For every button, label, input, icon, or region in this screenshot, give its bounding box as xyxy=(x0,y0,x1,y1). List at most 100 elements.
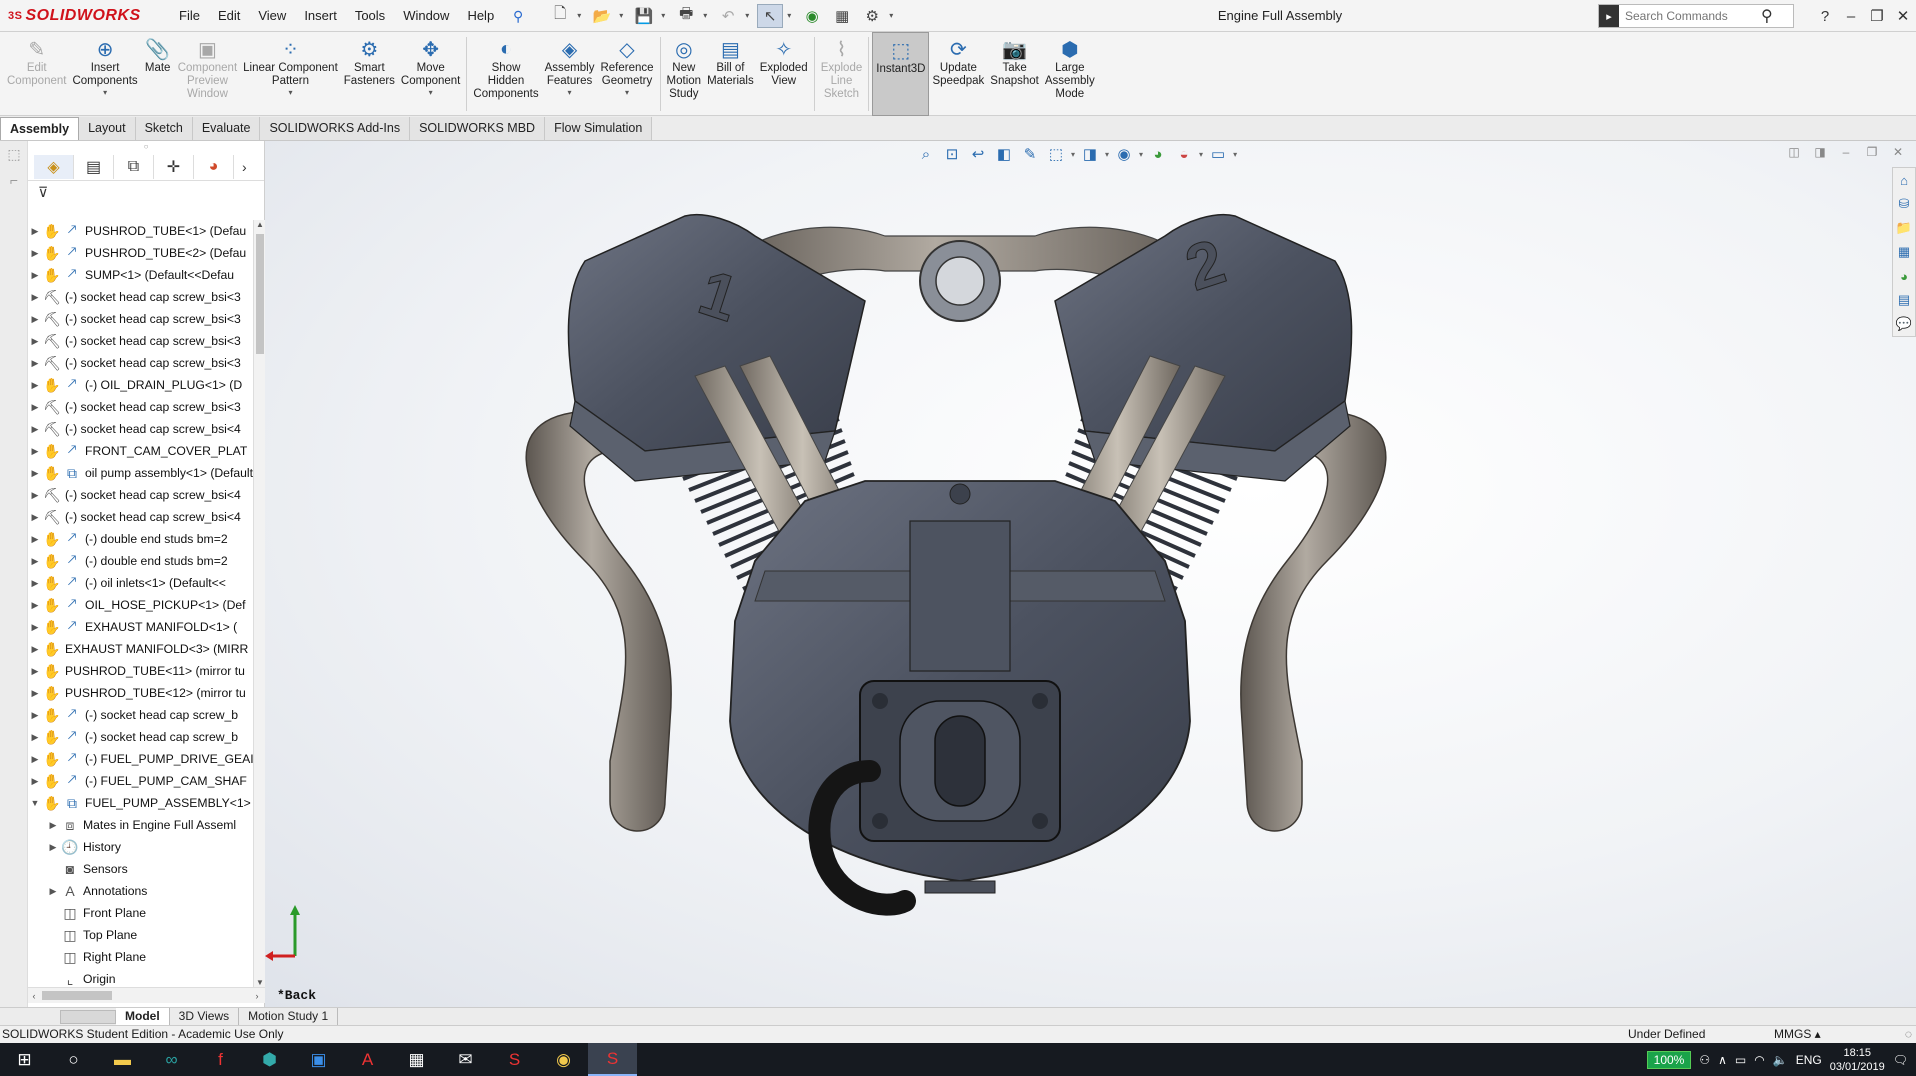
battery-icon[interactable]: ▭ xyxy=(1735,1053,1746,1067)
tree-item[interactable]: ▶ ✋ 🡕 (-) double end studs bm=2 xyxy=(28,550,253,572)
tree-item[interactable]: ▶ ⛏ (-) socket head cap screw_bsi<3 xyxy=(28,396,253,418)
pattern-button[interactable]: ⁘ Linear Component Pattern ▾ xyxy=(240,32,341,116)
instant3d-button[interactable]: ⬚ Instant3D xyxy=(872,32,930,116)
display-manager-tab-icon[interactable]: ◕ xyxy=(194,154,234,179)
people-icon[interactable]: ⚇ xyxy=(1699,1053,1710,1067)
menu-file[interactable]: File xyxy=(170,0,209,32)
panel-drag-handle[interactable]: ○ xyxy=(28,141,264,153)
calculator-icon[interactable]: ▦ xyxy=(392,1043,441,1076)
tab-layout[interactable]: Layout xyxy=(79,117,136,140)
chevron-right-icon[interactable]: ▶ xyxy=(46,842,60,853)
dropdown-arrow-icon[interactable]: ▾ xyxy=(103,88,107,98)
new-document-icon[interactable]: 🗋 xyxy=(547,4,573,28)
chevron-right-icon[interactable]: ▶ xyxy=(28,380,42,391)
chevron-right-icon[interactable]: ▶ xyxy=(28,226,42,237)
tree-item[interactable]: ◫ Top Plane xyxy=(28,924,253,946)
tree-item[interactable]: ▶ ⛏ (-) socket head cap screw_bsi<3 xyxy=(28,352,253,374)
scroll-thumb[interactable] xyxy=(256,234,264,354)
chevron-right-icon[interactable]: ▶ xyxy=(28,270,42,281)
menu-insert[interactable]: Insert xyxy=(295,0,346,32)
tree-item[interactable]: ▶ ✋ 🡕 (-) FUEL_PUMP_CAM_SHAF xyxy=(28,770,253,792)
reference-geometry-button[interactable]: ◇ Reference Geometry ▾ xyxy=(597,32,656,116)
select-dropdown-icon[interactable]: ▾ xyxy=(787,11,795,20)
app-red-icon[interactable]: f xyxy=(196,1043,245,1076)
windows-start-icon[interactable]: ⊞ xyxy=(0,1043,49,1076)
tree-horizontal-scrollbar[interactable]: ‹ › xyxy=(28,987,265,1003)
select-arrow-icon[interactable]: ↖ xyxy=(757,3,784,28)
menu-window[interactable]: Window xyxy=(394,0,458,32)
zoom-percent-badge[interactable]: 100% xyxy=(1646,1050,1692,1069)
tree-item[interactable]: ▶ ✋ 🡕 PUSHROD_TUBE<1> (Defau xyxy=(28,220,253,242)
search-commands-box[interactable]: ▸ ⚲ xyxy=(1598,4,1794,28)
bom-button[interactable]: ▤ Bill of Materials xyxy=(704,32,757,116)
chevron-right-icon[interactable]: ▶ xyxy=(28,446,42,457)
tree-item[interactable]: ▶ ✋ PUSHROD_TUBE<12> (mirror tu xyxy=(28,682,253,704)
tree-item[interactable]: ▶ A Annotations xyxy=(28,880,253,902)
model-tab-motion-study-1[interactable]: Motion Study 1 xyxy=(239,1008,339,1025)
chevron-right-icon[interactable]: ▶ xyxy=(28,402,42,413)
dropdown-arrow-icon[interactable]: ▾ xyxy=(568,88,572,98)
tree-item[interactable]: ▶ ✋ 🡕 (-) double end studs bm=2 xyxy=(28,528,253,550)
graphics-area[interactable]: ⌕ ⊡ ↩ ◧ ✎ ⬚ ▾ ◨ ▾ ◉ ▾ ◕ ◒ ▾ ▭ ▾ ◫ ◨ – ❐ ✕ ⌂ ⛁… xyxy=(265,141,1916,1007)
explode-line-button[interactable]: ⌇ Explode Line Sketch xyxy=(818,32,866,116)
dropdown-arrow-icon[interactable]: ▾ xyxy=(429,88,433,98)
chevron-right-icon[interactable]: ▶ xyxy=(28,534,42,545)
help-icon[interactable]: ? xyxy=(1812,8,1838,25)
chevron-right-icon[interactable]: ▶ xyxy=(28,776,42,787)
tab-flow-simulation[interactable]: Flow Simulation xyxy=(545,117,653,140)
search-commands-input[interactable] xyxy=(1619,9,1759,23)
snapshot-button[interactable]: 📷 Take Snapshot xyxy=(987,32,1042,116)
tree-filter-icon[interactable]: ⊽ xyxy=(28,181,264,203)
open-icon[interactable]: 📂 xyxy=(589,4,615,28)
tree-item[interactable]: ▶ ✋ 🡕 PUSHROD_TUBE<2> (Defau xyxy=(28,242,253,264)
tab-evaluate[interactable]: Evaluate xyxy=(192,117,261,140)
tree-item[interactable]: ▶ 🕘 History xyxy=(28,836,253,858)
chevron-right-icon[interactable]: ▶ xyxy=(28,710,42,721)
save-icon[interactable]: 💾 xyxy=(631,4,657,28)
chevron-right-icon[interactable]: ▶ xyxy=(28,248,42,259)
chevron-right-icon[interactable]: ▶ xyxy=(46,886,60,897)
chevron-right-icon[interactable]: ▶ xyxy=(28,622,42,633)
print-dropdown-icon[interactable]: ▾ xyxy=(703,11,711,20)
tree-item[interactable]: ▶ ✋ ⧉ oil pump assembly<1> (Default xyxy=(28,462,253,484)
chevron-right-icon[interactable]: ▶ xyxy=(28,490,42,501)
new-dropdown-icon[interactable]: ▾ xyxy=(577,11,585,20)
move-button[interactable]: ✥ Move Component ▾ xyxy=(398,32,463,116)
motion-study-button[interactable]: ◎ New Motion Study xyxy=(664,32,705,116)
tree-item[interactable]: ▶ ✋ 🡕 (-) OIL_DRAIN_PLUG<1> (D xyxy=(28,374,253,396)
tree-item[interactable]: ▶ ✋ EXHAUST MANIFOLD<3> (MIRR xyxy=(28,638,253,660)
chevron-right-icon[interactable]: ▶ xyxy=(28,468,42,479)
language-indicator[interactable]: ENG xyxy=(1796,1053,1822,1067)
chevron-right-icon[interactable]: ▶ xyxy=(28,754,42,765)
exploded-view-button[interactable]: ✧ Exploded View xyxy=(757,32,811,116)
wifi-icon[interactable]: ◠ xyxy=(1754,1053,1764,1067)
tree-vertical-scrollbar[interactable]: ▲ ▼ xyxy=(253,220,265,987)
property-manager-tab-icon[interactable]: ▤ xyxy=(74,154,114,179)
save-dropdown-icon[interactable]: ▾ xyxy=(661,11,669,20)
scroll-left-icon[interactable]: ‹ xyxy=(28,988,40,1004)
chrome-icon[interactable]: ◉ xyxy=(539,1043,588,1076)
tab-sketch[interactable]: Sketch xyxy=(135,117,193,140)
search-icon[interactable]: ⚲ xyxy=(1761,6,1773,26)
dimxpert-tab-icon[interactable]: ✛ xyxy=(154,154,194,179)
tree-item[interactable]: ▶ ✋ 🡕 (-) socket head cap screw_b xyxy=(28,704,253,726)
model-tab-3d-views[interactable]: 3D Views xyxy=(170,1008,240,1025)
dropdown-arrow-icon[interactable]: ▾ xyxy=(625,88,629,98)
solidworks-active-taskbar-icon[interactable]: S xyxy=(588,1043,637,1076)
chevron-right-icon[interactable]: ▶ xyxy=(28,578,42,589)
restore-icon[interactable]: ❐ xyxy=(1864,7,1890,25)
chevron-right-icon[interactable]: ▶ xyxy=(28,556,42,567)
insert-components-button[interactable]: ⊕ Insert Components ▾ xyxy=(69,32,140,116)
feature-tree-tab-icon[interactable]: ◈ xyxy=(34,154,74,179)
preview-window-button[interactable]: ▣ Component Preview Window xyxy=(175,32,240,116)
chevron-down-icon[interactable]: ▼ xyxy=(28,798,42,808)
options-dropdown-icon[interactable]: ▾ xyxy=(889,11,897,20)
close-icon[interactable]: ✕ xyxy=(1890,7,1916,25)
print-icon[interactable]: 🖶 xyxy=(673,4,699,28)
mate-button[interactable]: 📎 Mate xyxy=(141,32,175,116)
tab-solidworks-mbd[interactable]: SOLIDWORKS MBD xyxy=(410,117,546,140)
menu-view[interactable]: View xyxy=(249,0,295,32)
undo-dropdown-icon[interactable]: ▾ xyxy=(745,11,753,20)
rebuild-icon[interactable]: ◉ xyxy=(799,4,825,28)
chevron-right-icon[interactable]: ▶ xyxy=(28,358,42,369)
